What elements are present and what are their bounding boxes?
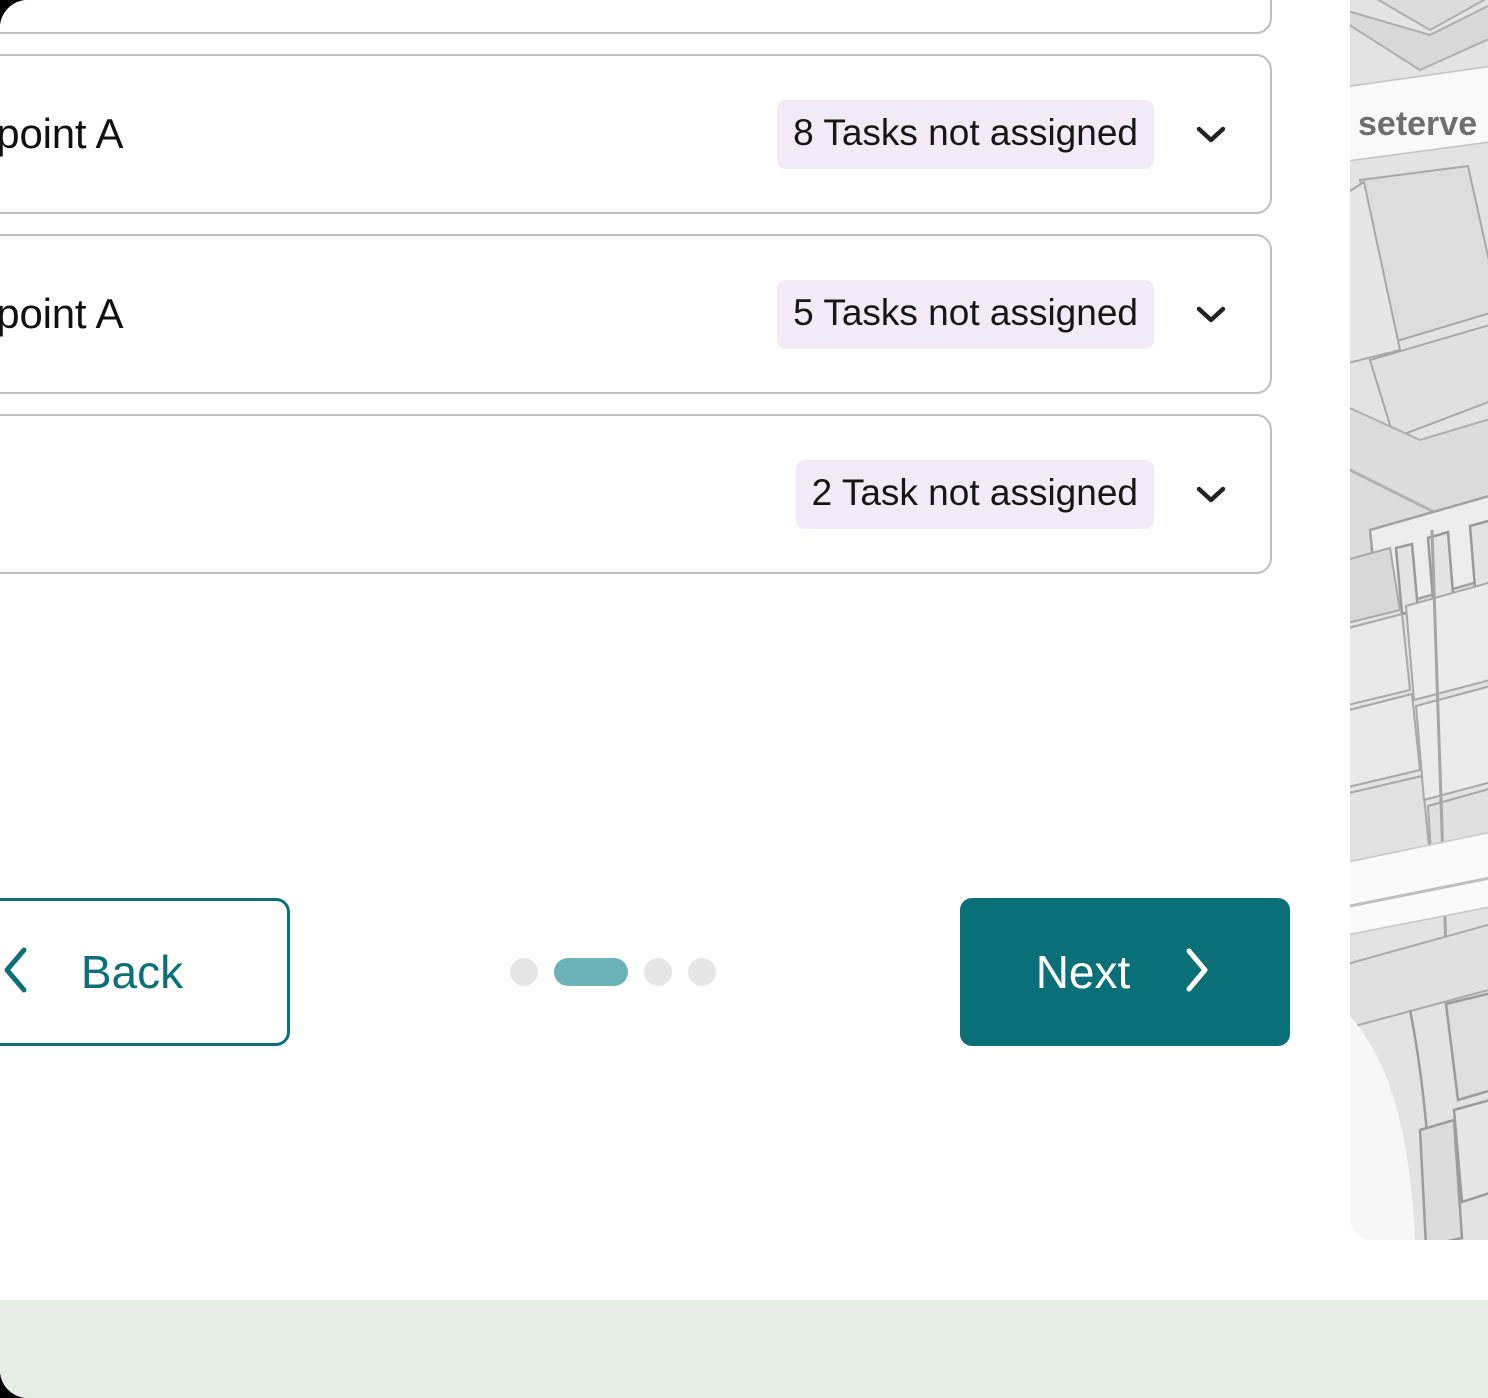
- back-button-label: Back: [80, 946, 184, 998]
- route-card-right: 5 Tasks not assigned: [777, 279, 1234, 349]
- chevron-left-icon: [0, 942, 37, 1003]
- route-card[interactable]: [0, 0, 1272, 34]
- route-card-label: en through point A: [0, 110, 124, 157]
- map-graphic: seterve: [1350, 0, 1488, 1240]
- back-button[interactable]: Back: [0, 898, 290, 1046]
- step-dot-3[interactable]: [644, 958, 672, 986]
- step-dot-1[interactable]: [510, 958, 538, 986]
- map-preview-panel[interactable]: seterve: [1350, 0, 1488, 1240]
- route-card-list: en through point A 8 Tasks not assigned …: [0, 0, 1272, 594]
- route-card[interactable]: en through point A 5 Tasks not assigned: [0, 234, 1272, 394]
- next-button-label: Next: [1035, 946, 1131, 998]
- chevron-down-icon[interactable]: [1188, 111, 1234, 157]
- route-card-label: en through point A: [0, 290, 124, 337]
- app-window: en through point A 8 Tasks not assigned …: [0, 0, 1488, 1398]
- chevron-right-icon: [1178, 942, 1214, 1003]
- step-dot-2[interactable]: [554, 958, 628, 986]
- chevron-down-icon[interactable]: [1188, 471, 1234, 517]
- step-dot-4[interactable]: [688, 958, 716, 986]
- wizard-main-panel: en through point A 8 Tasks not assigned …: [0, 0, 1300, 1398]
- step-indicator: [510, 958, 716, 986]
- chevron-down-icon[interactable]: [1188, 291, 1234, 337]
- status-badge: 2 Task not assigned: [795, 459, 1154, 529]
- bottom-accent-strip: [0, 1300, 1488, 1398]
- status-badge: 8 Tasks not assigned: [777, 99, 1154, 169]
- next-button[interactable]: Next: [960, 898, 1290, 1046]
- status-badge: 5 Tasks not assigned: [777, 279, 1154, 349]
- map-street-label: seterve: [1358, 105, 1477, 143]
- route-card-right: 8 Tasks not assigned: [777, 99, 1234, 169]
- route-card[interactable]: 2 Task not assigned: [0, 414, 1272, 574]
- wizard-navigation: Back Next: [0, 898, 1290, 1046]
- route-card-right: 2 Task not assigned: [795, 459, 1234, 529]
- route-card[interactable]: en through point A 8 Tasks not assigned: [0, 54, 1272, 214]
